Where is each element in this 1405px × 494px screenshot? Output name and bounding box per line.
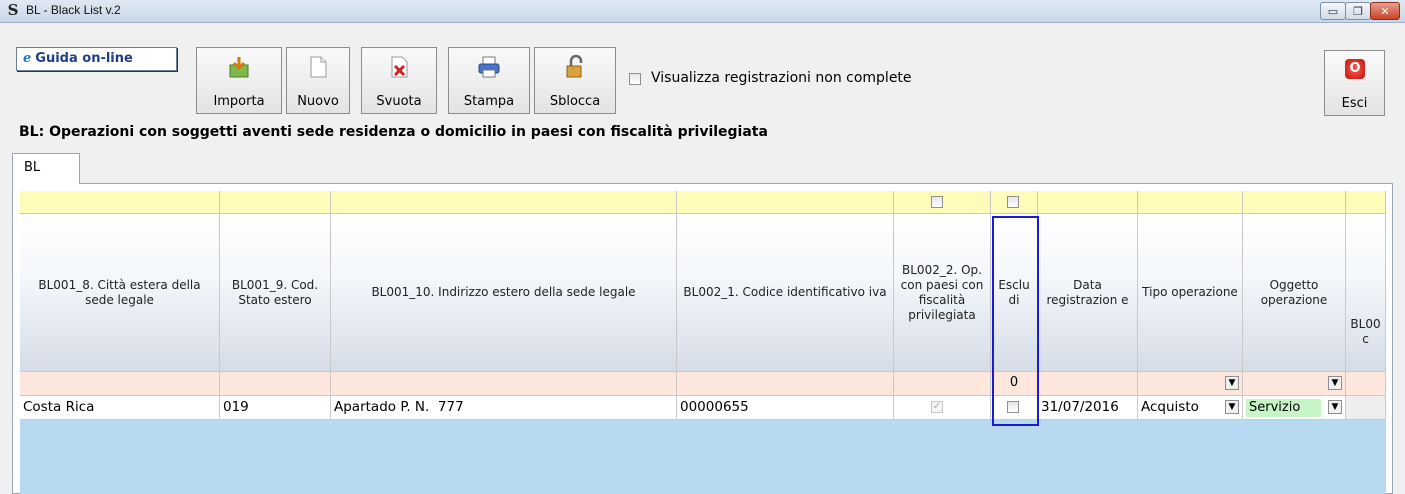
op-select-all-checkbox[interactable]	[931, 196, 943, 208]
filter-cell[interactable]	[20, 372, 220, 396]
tipo-operazione-value: Acquisto	[1141, 399, 1199, 415]
minimize-button[interactable]: ▭	[1320, 2, 1346, 20]
yellow-cell	[1243, 191, 1346, 214]
new-document-icon	[310, 56, 327, 78]
close-window-button[interactable]: ✕	[1370, 2, 1400, 20]
import-icon	[229, 57, 249, 78]
header-extra[interactable]: BL00 c	[1346, 214, 1386, 372]
printer-icon	[478, 56, 500, 78]
header-citta[interactable]: BL001_8. Città estera della sede legale	[20, 214, 220, 372]
cell-codice-iva[interactable]: 00000655	[677, 396, 894, 420]
cell-esclusi	[991, 396, 1038, 420]
yellow-cell	[677, 191, 894, 214]
cell-citta[interactable]: Costa Rica	[20, 396, 220, 420]
dropdown-arrow-icon[interactable]: ▼	[1328, 400, 1342, 414]
maximize-button[interactable]: ❐	[1345, 2, 1371, 20]
dropdown-arrow-icon[interactable]: ▼	[1225, 400, 1239, 414]
cell-extra	[1346, 396, 1386, 420]
importa-label: Importa	[213, 94, 265, 109]
app-logo-icon: S	[7, 1, 19, 19]
cell-oggetto-operazione[interactable]: Servizio ▼	[1243, 396, 1346, 420]
header-esclusi[interactable]: Esclu di	[991, 214, 1038, 372]
dropdown-arrow-icon[interactable]: ▼	[1225, 376, 1239, 390]
filter-cell[interactable]	[677, 372, 894, 396]
header-data-registrazione[interactable]: Data registrazion e	[1038, 214, 1138, 372]
unlock-icon	[566, 55, 583, 78]
guida-online-button[interactable]: e Guida on-line	[16, 47, 177, 71]
window-title: BL - Black List v.2	[26, 3, 121, 17]
filter-cell[interactable]	[331, 372, 677, 396]
yellow-cell	[220, 191, 331, 214]
nuovo-button[interactable]: Nuovo	[286, 47, 350, 114]
tab-bl[interactable]: BL	[12, 153, 80, 184]
sblocca-label: Sblocca	[549, 94, 601, 109]
cell-stato[interactable]: 019	[220, 396, 331, 420]
clear-icon	[391, 56, 408, 78]
cell-tipo-operazione[interactable]: Acquisto ▼	[1138, 396, 1243, 420]
yellow-cell	[1346, 191, 1386, 214]
filter-cell[interactable]	[1038, 372, 1138, 396]
page-title: BL: Operazioni con soggetti aventi sede …	[19, 124, 768, 140]
filter-oggetto-cell[interactable]: ▼	[1243, 372, 1346, 396]
esci-label: Esci	[1341, 96, 1368, 111]
esclu-count: 0	[991, 372, 1038, 396]
esclusi-checkbox[interactable]	[1007, 401, 1019, 413]
title-bar: S BL - Black List v.2 ▭ ❐ ✕	[0, 0, 1405, 23]
esclu-select-all-checkbox[interactable]	[1007, 196, 1019, 208]
op-select-all-cell	[894, 191, 991, 214]
exit-power-icon: O	[1345, 59, 1365, 79]
dropdown-arrow-icon[interactable]: ▼	[1328, 376, 1342, 390]
visualizza-non-complete-checkbox[interactable]	[629, 73, 641, 85]
stampa-button[interactable]: Stampa	[448, 47, 530, 114]
op-paesi-checkbox[interactable]: ✓	[931, 401, 943, 413]
header-op-paesi[interactable]: BL002_2. Op. con paesi con fiscalità pri…	[894, 214, 991, 372]
cell-indirizzo[interactable]: Apartado P. N. 777	[331, 396, 677, 420]
filter-cell[interactable]	[894, 372, 991, 396]
nuovo-label: Nuovo	[297, 94, 339, 109]
cell-op-paesi: ✓	[894, 396, 991, 420]
importa-button[interactable]: Importa	[196, 47, 282, 114]
header-stato[interactable]: BL001_9. Cod. Stato estero	[220, 214, 331, 372]
filter-tipo-cell[interactable]: ▼	[1138, 372, 1243, 396]
guida-online-label: Guida on-line	[35, 51, 133, 66]
sblocca-button[interactable]: Sblocca	[534, 47, 616, 114]
yellow-cell	[20, 191, 220, 214]
stampa-label: Stampa	[463, 94, 515, 109]
esci-button[interactable]: O Esci	[1324, 50, 1385, 116]
yellow-cell	[331, 191, 677, 214]
data-grid: BL001_8. Città estera della sede legale …	[20, 191, 1386, 494]
oggetto-operazione-value: Servizio	[1246, 399, 1321, 417]
yellow-cell	[1038, 191, 1138, 214]
visualizza-non-complete-label: Visualizza registrazioni non complete	[651, 70, 912, 86]
cell-data-registrazione[interactable]: 31/07/2016	[1038, 396, 1138, 420]
svuota-label: Svuota	[376, 94, 422, 109]
browser-e-icon: e	[23, 51, 32, 66]
yellow-cell	[1138, 191, 1243, 214]
svuota-button[interactable]: Svuota	[361, 47, 437, 114]
esclu-select-all-cell	[991, 191, 1038, 214]
header-indirizzo[interactable]: BL001_10. Indirizzo estero della sede le…	[331, 214, 677, 372]
filter-cell[interactable]	[220, 372, 331, 396]
header-oggetto-operazione[interactable]: Oggetto operazione	[1243, 214, 1346, 372]
filter-cell[interactable]	[1346, 372, 1386, 396]
header-codice-iva[interactable]: BL002_1. Codice identificativo iva	[677, 214, 894, 372]
header-tipo-operazione[interactable]: Tipo operazione	[1138, 214, 1243, 372]
